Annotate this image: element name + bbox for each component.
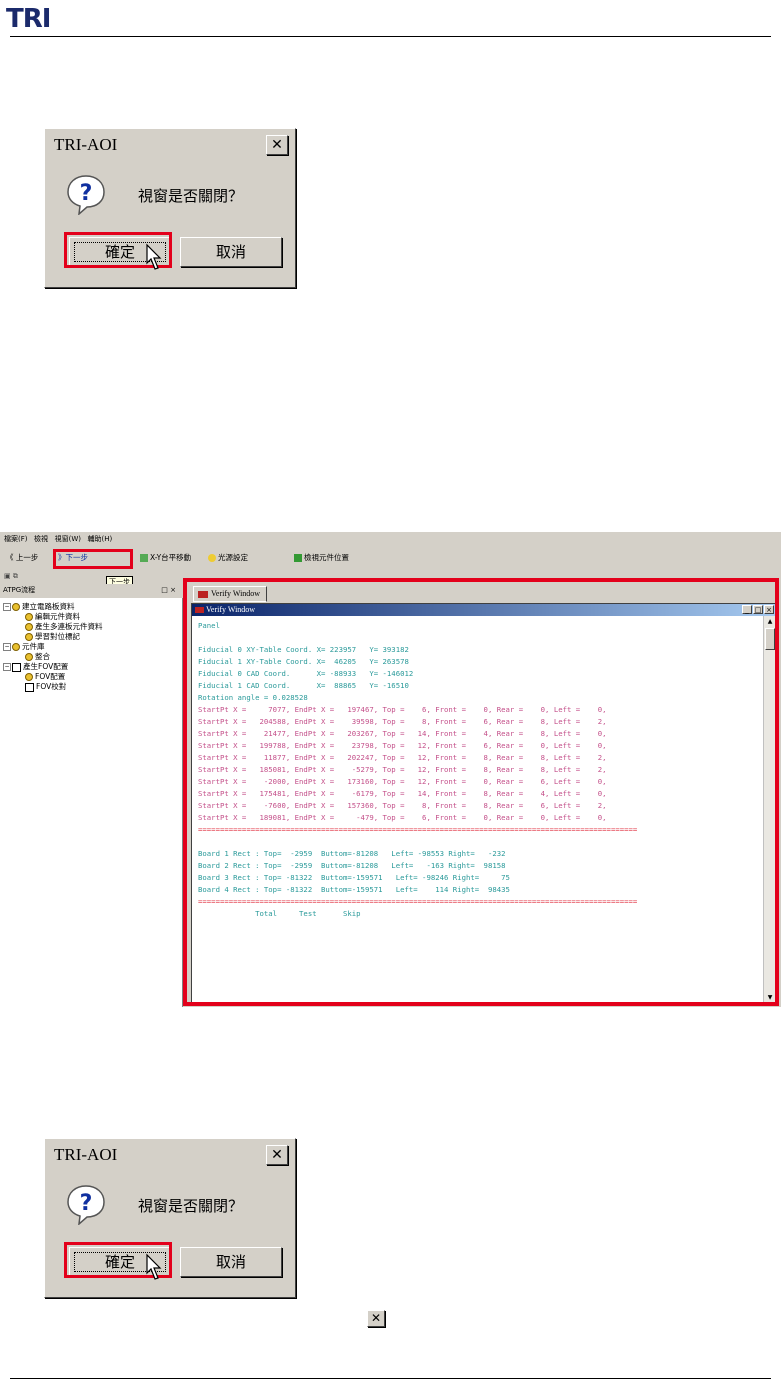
mouse-cursor-icon	[146, 1253, 162, 1280]
tree-item-build-board[interactable]: − 建立電路板資料	[3, 602, 75, 612]
step-icon	[12, 643, 20, 651]
cancel-button[interactable]: 取消	[180, 237, 282, 267]
tree-label: 產生多連板元件資料	[35, 622, 103, 631]
question-icon: ?	[67, 1185, 105, 1225]
panel-title: ATPG流程	[3, 586, 36, 594]
dialog-message: 視窗是否關閉？	[138, 1197, 244, 1215]
tree-label: FOV校對	[36, 682, 67, 691]
dialog-titlebar: TRI-AOI ✕	[48, 1142, 292, 1168]
board-icon	[294, 554, 302, 562]
tree-label: 編輯元件資料	[35, 612, 80, 621]
xy-move-button[interactable]: X-Y台平移動	[140, 551, 191, 565]
light-setting-label: 光源設定	[218, 553, 248, 562]
menu-bar: 檔案(F) 檢視 視窗(W) 輔助(H)	[0, 532, 781, 546]
cancel-button-label: 取消	[215, 1253, 246, 1271]
tree-label: 學習對位標記	[35, 632, 80, 641]
header-rule	[10, 36, 771, 37]
small-toolbar-icons: ▣ ⧉	[4, 572, 18, 580]
tree-item-fov-check[interactable]: FOV校對	[25, 682, 66, 692]
tree-item-generate-fov[interactable]: − 產生FOV配置	[3, 662, 68, 672]
confirm-dialog-2: TRI-AOI ✕ ? 視窗是否關閉？ 確定 取消	[44, 1138, 296, 1298]
close-icon: ✕	[367, 1310, 385, 1327]
tree-item-learn-fiducial[interactable]: 學習對位標記	[25, 632, 80, 642]
confirm-dialog-1: TRI-AOI ✕ ? 視窗是否關閉？ 確定 取消	[44, 128, 296, 288]
tree-label: 整合	[35, 652, 50, 661]
xy-move-label: X-Y台平移動	[150, 553, 192, 562]
next-step-highlight-box	[53, 549, 133, 569]
light-setting-button[interactable]: 光源設定	[208, 551, 248, 565]
tree-item-multi-board[interactable]: 產生多連板元件資料	[25, 622, 103, 632]
menu-help[interactable]: 輔助(H)	[88, 532, 113, 546]
dialog-title: TRI-AOI	[54, 1145, 118, 1164]
check-position-label: 檢視元件位置	[304, 553, 349, 562]
menu-view[interactable]: 檢視	[34, 532, 48, 546]
bulb-icon	[208, 554, 216, 562]
dialog-message: 視窗是否關閉？	[138, 187, 244, 205]
svg-text:?: ?	[80, 1191, 93, 1216]
step-icon	[25, 653, 33, 661]
tree-label: 建立電路板資料	[22, 602, 75, 611]
cancel-button-label: 取消	[215, 243, 246, 261]
tree-label: 元件庫	[22, 642, 45, 651]
atpg-panel-header: ATPG流程 □ ×	[0, 584, 180, 596]
footer-rule	[10, 1378, 771, 1379]
verify-highlight-box	[183, 578, 779, 1006]
step-icon	[25, 623, 33, 631]
tree-item-fov-config[interactable]: FOV配置	[25, 672, 65, 682]
tree-label: FOV配置	[35, 672, 66, 681]
tri-logo: TRI	[6, 4, 51, 34]
atpg-flow-tree: − 建立電路板資料 編輯元件資料 產生多連板元件資料 學習對位標記 − 元件庫 整合…	[0, 598, 183, 1007]
dialog-title: TRI-AOI	[54, 135, 118, 154]
checkbox-icon	[25, 682, 34, 692]
tree-label: 產生FOV配置	[23, 662, 69, 671]
check-position-button[interactable]: 檢視元件位置	[294, 551, 349, 565]
move-icon	[140, 554, 148, 562]
svg-text:?: ?	[80, 181, 93, 206]
close-icon[interactable]: ✕	[266, 135, 288, 155]
menu-file[interactable]: 檔案(F)	[4, 532, 28, 546]
menu-window[interactable]: 視窗(W)	[55, 532, 81, 546]
step-icon	[12, 603, 20, 611]
close-icon[interactable]: ✕	[266, 1145, 288, 1165]
step-icon	[25, 633, 33, 641]
tree-item-library[interactable]: − 元件庫	[3, 642, 45, 652]
checkbox-icon	[12, 662, 21, 672]
atpg-app-screenshot: 檔案(F) 檢視 視窗(W) 輔助(H) 《 上一步 》下一步 X-Y台平移動 …	[0, 532, 781, 1007]
tree-item-integrate[interactable]: 整合	[25, 652, 50, 662]
tree-item-edit-parts[interactable]: 編輯元件資料	[25, 612, 80, 622]
cancel-button[interactable]: 取消	[180, 1247, 282, 1277]
step-icon	[25, 613, 33, 621]
question-icon: ?	[67, 175, 105, 215]
step-icon	[25, 673, 33, 681]
mouse-cursor-icon	[146, 243, 162, 270]
prev-step-button[interactable]: 《 上一步	[6, 551, 38, 565]
dialog-titlebar: TRI-AOI ✕	[48, 132, 292, 158]
panel-close-icon[interactable]: □ ×	[161, 584, 176, 596]
